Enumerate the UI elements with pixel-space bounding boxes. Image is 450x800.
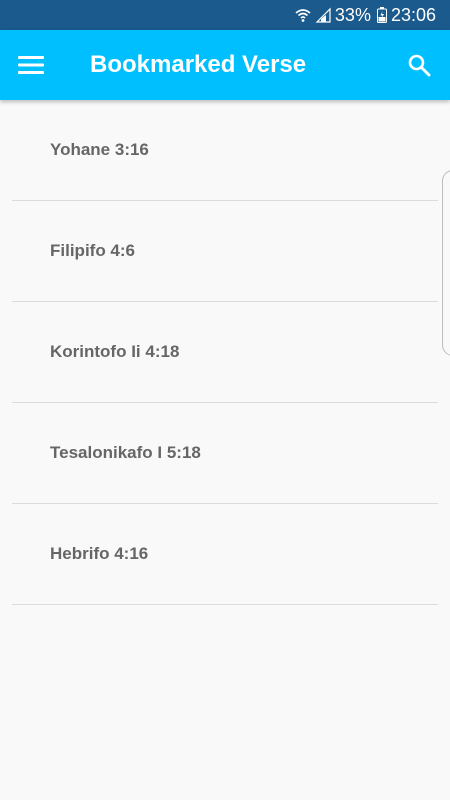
status-time: 23:06 (390, 4, 436, 25)
status-bar: 33% 23:06 (0, 0, 450, 30)
battery-icon (376, 7, 387, 23)
bookmark-item[interactable]: Tesalonikafo I 5:18 (12, 403, 438, 504)
hamburger-menu-icon[interactable] (10, 44, 52, 86)
bookmark-item[interactable]: Hebrifo 4:16 (12, 504, 438, 605)
app-bar: Bookmarked Verse (0, 30, 450, 100)
bookmark-item[interactable]: Yohane 3:16 (12, 100, 438, 201)
bookmark-list: Yohane 3:16 Filipifo 4:6 Korintofo Ii 4:… (0, 100, 450, 605)
bookmark-label: Yohane 3:16 (50, 140, 149, 159)
bookmark-label: Filipifo 4:6 (50, 241, 135, 260)
edge-panel-handle[interactable] (442, 170, 450, 356)
bookmark-item[interactable]: Filipifo 4:6 (12, 201, 438, 302)
signal-icon (315, 7, 331, 23)
bookmark-item[interactable]: Korintofo Ii 4:18 (12, 302, 438, 403)
bookmark-label: Tesalonikafo I 5:18 (50, 443, 201, 462)
page-title: Bookmarked Verse (90, 51, 307, 78)
bookmark-label: Korintofo Ii 4:18 (50, 342, 180, 361)
search-icon[interactable] (398, 44, 440, 86)
battery-percentage: 33% (334, 4, 371, 25)
bookmark-label: Hebrifo 4:16 (50, 544, 149, 563)
wifi-icon (295, 7, 311, 23)
